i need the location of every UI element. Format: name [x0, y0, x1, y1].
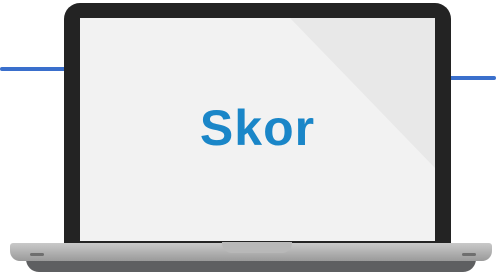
laptop-notch [222, 242, 292, 253]
laptop-screen: Skor [80, 18, 435, 241]
laptop-foot-right [462, 253, 476, 256]
laptop-foot-left [30, 253, 44, 256]
laptop-illustration: Skor [0, 0, 496, 274]
decorative-line-left [0, 67, 74, 71]
screen-word: Skor [199, 100, 316, 156]
decorative-line-right [447, 76, 496, 80]
